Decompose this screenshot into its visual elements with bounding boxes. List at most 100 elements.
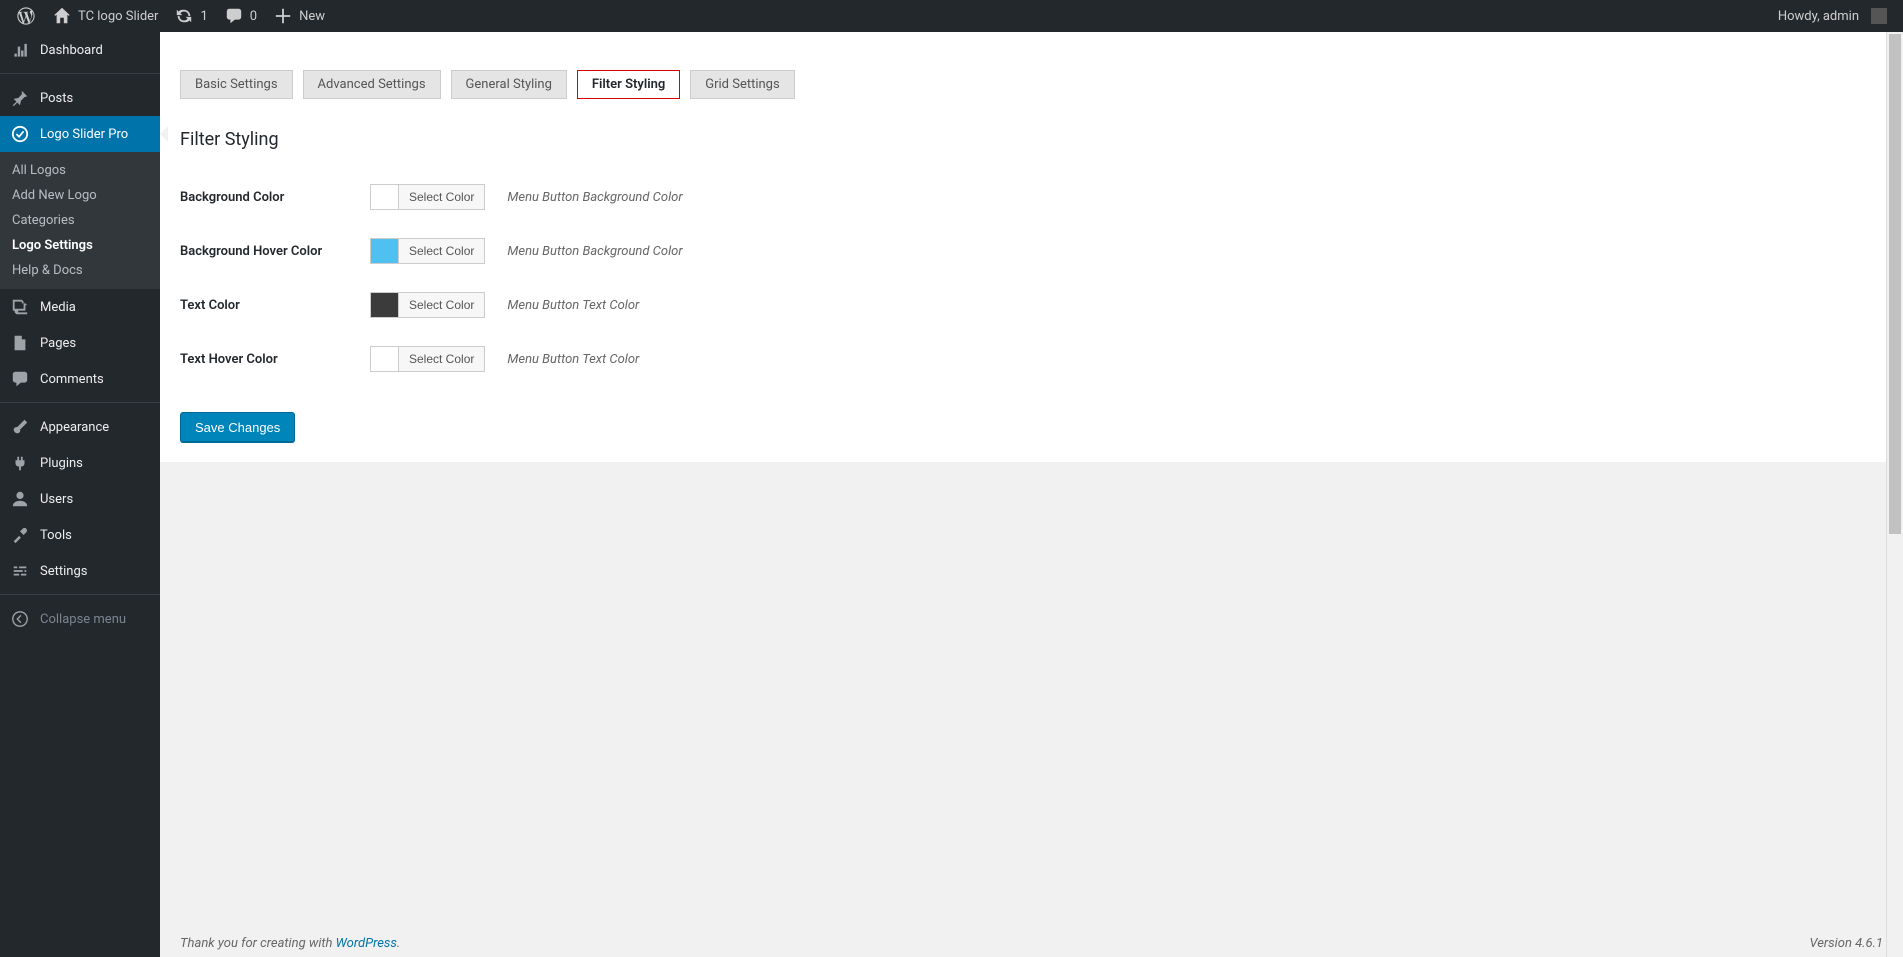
sidebar-label: Pages [40, 336, 76, 351]
admin-bar: TC logo Slider 1 0 New Howdy, admin [0, 0, 1903, 32]
site-name-link[interactable]: TC logo Slider [44, 0, 166, 32]
label-text-color: Text Color [180, 298, 370, 313]
comments-link[interactable]: 0 [216, 0, 265, 32]
home-icon [52, 6, 72, 26]
settings-panel: Basic Settings Advanced Settings General… [160, 32, 1903, 462]
color-swatch-bg-hover[interactable] [371, 239, 399, 263]
wordpress-link[interactable]: WordPress [336, 936, 397, 951]
row-background-hover-color: Background Hover Color Select Color Menu… [160, 224, 1903, 278]
sidebar-item-dashboard[interactable]: Dashboard [0, 32, 160, 68]
pages-icon [10, 333, 30, 353]
color-control-bg-hover: Select Color [370, 238, 485, 264]
wrench-icon [10, 525, 30, 545]
sidebar-item-logo-slider[interactable]: Logo Slider Pro [0, 116, 160, 152]
section-title: Filter Styling [180, 129, 1903, 150]
sidebar-label: Logo Slider Pro [40, 127, 128, 142]
content-area: Basic Settings Advanced Settings General… [160, 32, 1903, 957]
row-text-hover-color: Text Hover Color Select Color Menu Butto… [160, 332, 1903, 386]
label-bg-color: Background Color [180, 190, 370, 205]
updates-link[interactable]: 1 [166, 0, 215, 32]
desc-bg-hover: Menu Button Background Color [507, 244, 682, 259]
comment-icon [224, 6, 244, 26]
row-text-color: Text Color Select Color Menu Button Text… [160, 278, 1903, 332]
logo-slider-icon [10, 124, 30, 144]
separator [0, 397, 160, 403]
tab-general-styling[interactable]: General Styling [451, 70, 567, 99]
admin-bar-right: Howdy, admin [1770, 0, 1895, 32]
footer-credits: Thank you for creating with WordPress. [180, 936, 400, 951]
brush-icon [10, 417, 30, 437]
collapse-menu[interactable]: Collapse menu [0, 601, 160, 637]
submenu-item-categories[interactable]: Categories [0, 208, 160, 233]
tab-basic-settings[interactable]: Basic Settings [180, 70, 293, 99]
color-swatch-text-hover[interactable] [371, 347, 399, 371]
color-control-text-hover: Select Color [370, 346, 485, 372]
greeting-label: Howdy, admin [1778, 9, 1859, 24]
updates-count: 1 [200, 9, 207, 24]
color-control-bg: Select Color [370, 184, 485, 210]
footer-version: Version 4.6.1 [1809, 936, 1883, 951]
submenu-item-all-logos[interactable]: All Logos [0, 158, 160, 183]
save-changes-button[interactable]: Save Changes [180, 412, 295, 442]
sidebar-item-posts[interactable]: Posts [0, 80, 160, 116]
sidebar-label: Settings [40, 564, 87, 579]
avatar [1871, 8, 1887, 24]
new-content-link[interactable]: New [265, 0, 333, 32]
users-icon [10, 489, 30, 509]
sidebar-label: Tools [40, 528, 72, 543]
color-swatch-bg[interactable] [371, 185, 399, 209]
desc-text-hover: Menu Button Text Color [507, 352, 639, 367]
site-name-label: TC logo Slider [78, 9, 158, 24]
wp-logo[interactable] [8, 0, 44, 32]
admin-sidebar: Dashboard Posts Logo Slider Pro All Logo… [0, 32, 160, 957]
sidebar-item-comments[interactable]: Comments [0, 361, 160, 397]
sidebar-item-tools[interactable]: Tools [0, 517, 160, 553]
select-color-button-bg[interactable]: Select Color [399, 185, 484, 209]
sidebar-label: Appearance [40, 420, 109, 435]
new-label: New [299, 9, 325, 24]
sidebar-item-plugins[interactable]: Plugins [0, 445, 160, 481]
color-swatch-text[interactable] [371, 293, 399, 317]
desc-text-color: Menu Button Text Color [507, 298, 639, 313]
sidebar-label: Posts [40, 91, 73, 106]
settings-tabs: Basic Settings Advanced Settings General… [160, 52, 1903, 99]
dashboard-icon [10, 40, 30, 60]
separator [0, 68, 160, 74]
submenu-item-help[interactable]: Help & Docs [0, 258, 160, 283]
sidebar-submenu: All Logos Add New Logo Categories Logo S… [0, 152, 160, 289]
account-link[interactable]: Howdy, admin [1770, 0, 1895, 32]
pin-icon [10, 88, 30, 108]
plus-icon [273, 6, 293, 26]
sidebar-label: Plugins [40, 456, 83, 471]
label-text-hover: Text Hover Color [180, 352, 370, 367]
admin-bar-left: TC logo Slider 1 0 New [8, 0, 333, 32]
sidebar-label: Comments [40, 372, 104, 387]
sidebar-item-appearance[interactable]: Appearance [0, 409, 160, 445]
collapse-icon [10, 609, 30, 629]
update-icon [174, 6, 194, 26]
label-bg-hover: Background Hover Color [180, 244, 370, 259]
sidebar-item-pages[interactable]: Pages [0, 325, 160, 361]
sidebar-label: Users [40, 492, 73, 507]
scrollbar-thumb[interactable] [1889, 34, 1901, 534]
submenu-item-logo-settings[interactable]: Logo Settings [0, 233, 160, 258]
select-color-button-bg-hover[interactable]: Select Color [399, 239, 484, 263]
tab-advanced-settings[interactable]: Advanced Settings [303, 70, 441, 99]
scrollbar-vertical[interactable] [1886, 32, 1903, 957]
comments-count: 0 [250, 9, 257, 24]
tab-grid-settings[interactable]: Grid Settings [690, 70, 794, 99]
admin-footer: Thank you for creating with WordPress. V… [160, 918, 1903, 957]
select-color-button-text-hover[interactable]: Select Color [399, 347, 484, 371]
sidebar-item-media[interactable]: Media [0, 289, 160, 325]
wordpress-icon [16, 6, 36, 26]
row-background-color: Background Color Select Color Menu Butto… [160, 170, 1903, 224]
select-color-button-text[interactable]: Select Color [399, 293, 484, 317]
comment-icon [10, 369, 30, 389]
tab-filter-styling[interactable]: Filter Styling [577, 70, 680, 99]
separator [0, 589, 160, 595]
submenu-item-add-new[interactable]: Add New Logo [0, 183, 160, 208]
sidebar-label: Collapse menu [40, 612, 126, 627]
media-icon [10, 297, 30, 317]
sidebar-item-users[interactable]: Users [0, 481, 160, 517]
sidebar-item-settings[interactable]: Settings [0, 553, 160, 589]
